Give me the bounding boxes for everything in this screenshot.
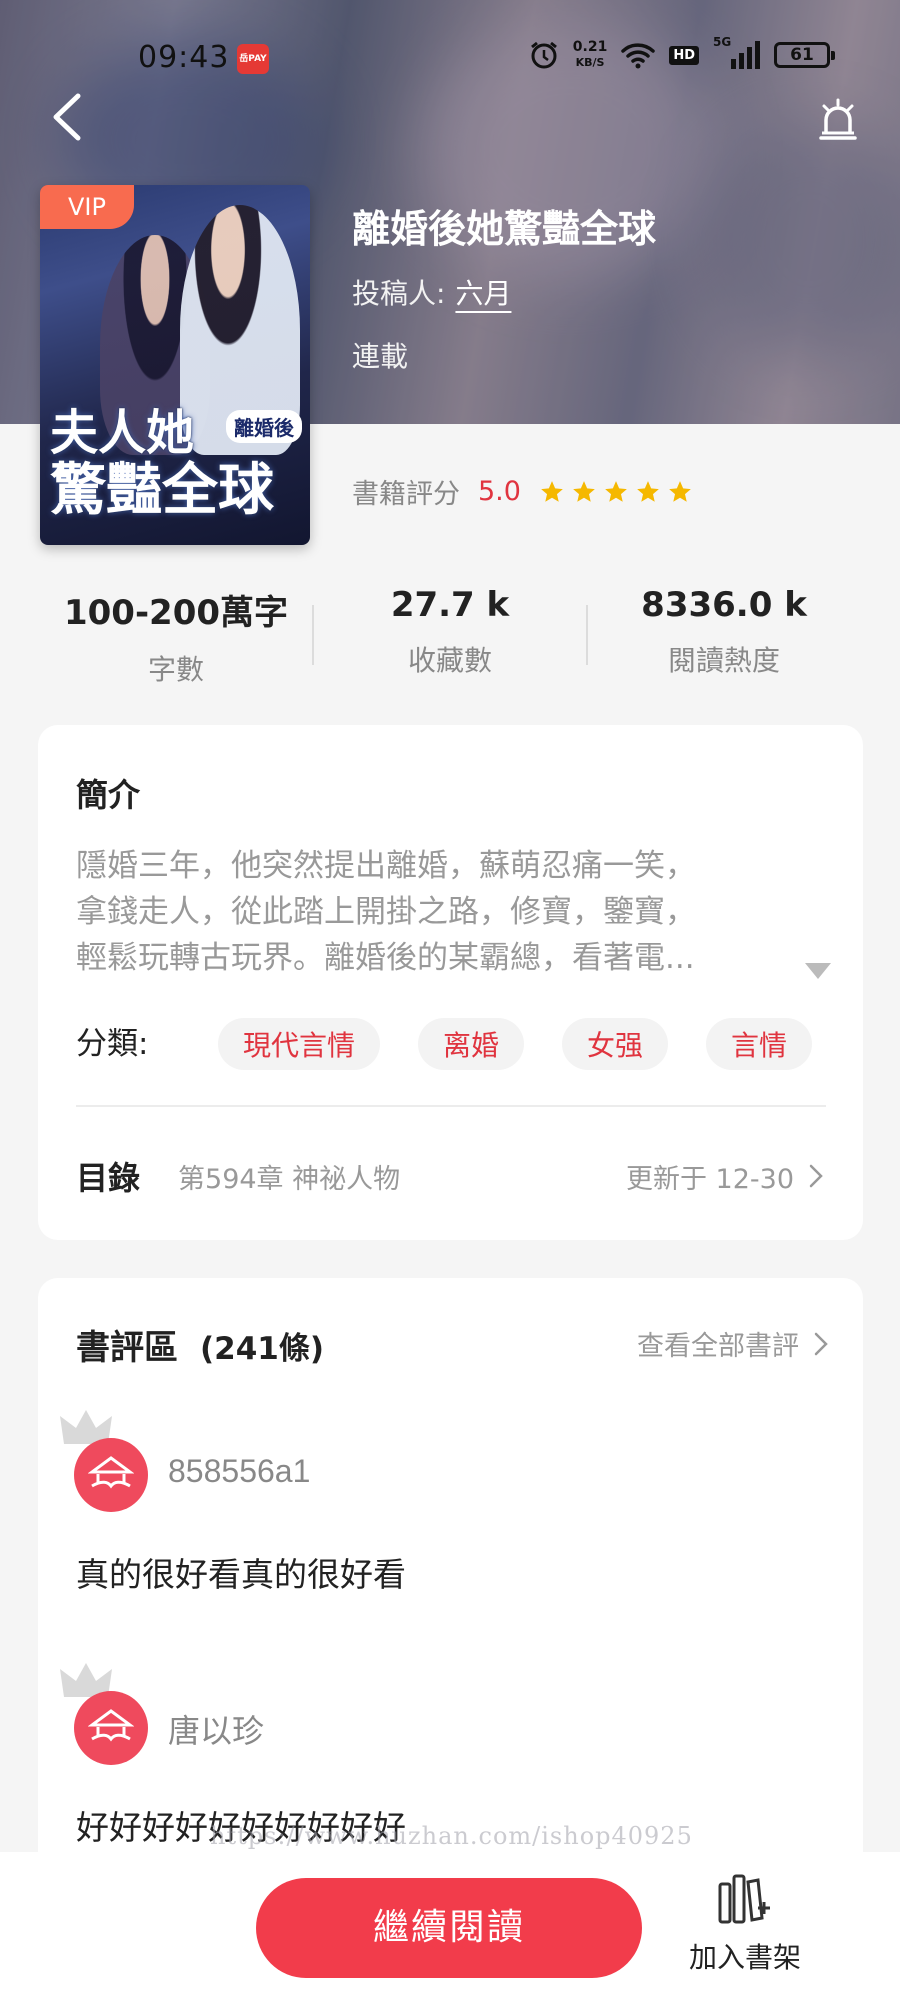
rating-value: 5.0 [478,476,521,507]
bottom-action-bar: 繼續閱讀 加入書架 [0,1852,900,2000]
star-icon [605,480,627,502]
tag-chip[interactable]: 言情 [706,1018,813,1070]
star-icon [637,480,659,502]
star-icon [541,480,563,502]
status-time: 09:43 [138,40,230,75]
divider [76,1105,826,1107]
reviewer-name[interactable]: 唐以珍 [168,1706,264,1752]
author-link[interactable]: 六月 [455,272,511,312]
see-all-reviews-link[interactable]: 查看全部書評 [637,1324,831,1363]
tag-chip[interactable]: 离婚 [418,1018,525,1070]
tag-chip[interactable]: 現代言情 [218,1018,381,1070]
notification-app-icon: 岳PAY [237,44,269,74]
battery-indicator: 61 [774,42,835,68]
tag-chip[interactable]: 女强 [562,1018,669,1070]
reviews-title: 書評區 [76,1328,178,1368]
avatar[interactable] [60,1661,148,1765]
category-label: 分類: [76,1026,149,1062]
status-bar: 09:43 岳PAY 0.21 KB/S HD 5G 61 [0,0,900,110]
vip-badge: VIP [40,185,134,229]
alarm-icon [530,41,557,69]
expand-triangle-icon[interactable] [805,963,831,979]
status-icons: 0.21 KB/S HD 5G 61 [529,35,835,70]
rating-stars [539,479,693,505]
category-tags: 現代言情 离婚 女强 言情 [218,1018,813,1070]
reviewer-name[interactable]: 858556a1 [168,1453,310,1490]
book-logo-icon [88,1709,134,1742]
chevron-right-icon [809,1164,823,1188]
star-icon [669,480,691,502]
intro-text[interactable]: 隱婚三年，他突然提出離婚，蘇萌忍痛一笑， 拿錢走人，從此踏上開掛之路，修寶，鑒寶… [76,843,796,981]
toc-label: 目錄 [76,1159,141,1197]
avatar[interactable] [60,1408,148,1512]
signal-icon: 5G [713,35,760,69]
intro-title: 簡介 [76,776,141,814]
chevron-right-icon [814,1332,828,1355]
stat-word-count: 100-200萬字 字數 [63,593,289,686]
book-logo-icon [88,1456,134,1489]
cover-title-art: 夫人她 驚豔全球 [50,405,274,523]
rating-row: 書籍評分 5.0 [352,472,693,511]
report-alarm-icon[interactable] [816,96,860,144]
star-icon [573,480,595,502]
book-cover: 離婚後 夫人她 驚豔全球 [40,185,310,545]
stat-favorites: 27.7 k 收藏數 [390,585,510,677]
back-arrow-icon[interactable] [46,90,90,144]
book-title: 離婚後她驚豔全球 [352,207,657,251]
book-stats: 100-200萬字 字數 27.7 k 收藏數 8336.0 k 閱讀熱度 [40,585,860,686]
author-label: 投稿人: [352,277,446,310]
reviews-count: (241條) [200,1331,325,1367]
intro-card: 簡介 隱婚三年，他突然提出離婚，蘇萌忍痛一笑， 拿錢走人，從此踏上開掛之路，修寶… [38,725,863,1240]
bookshelf-add-icon [718,1874,770,1924]
hd-badge: HD [669,45,699,65]
review-text: 真的很好看真的很好看 [76,1555,406,1594]
continue-reading-button[interactable]: 繼續閱讀 [256,1878,642,1978]
wifi-icon [621,43,656,69]
author-row: 投稿人: 六月 [352,272,511,312]
network-speed: 0.21 KB/S [572,39,608,70]
serial-status: 連載 [352,340,409,373]
stat-popularity: 8336.0 k 閱讀熱度 [641,585,807,677]
reviews-header: 書評區 (241條) [76,1320,324,1369]
add-to-shelf-button[interactable]: 加入書架 [680,1872,810,1976]
update-date: 更新于 12-30 [625,1163,794,1195]
table-of-contents-row[interactable]: 目錄 第594章 神祕人物 更新于 12-30 [76,1153,826,1199]
latest-chapter: 第594章 神祕人物 [178,1163,401,1195]
rating-label: 書籍評分 [352,479,460,510]
watermark-text: https://www.huzhan.com/ishop40925 [210,1822,693,1850]
